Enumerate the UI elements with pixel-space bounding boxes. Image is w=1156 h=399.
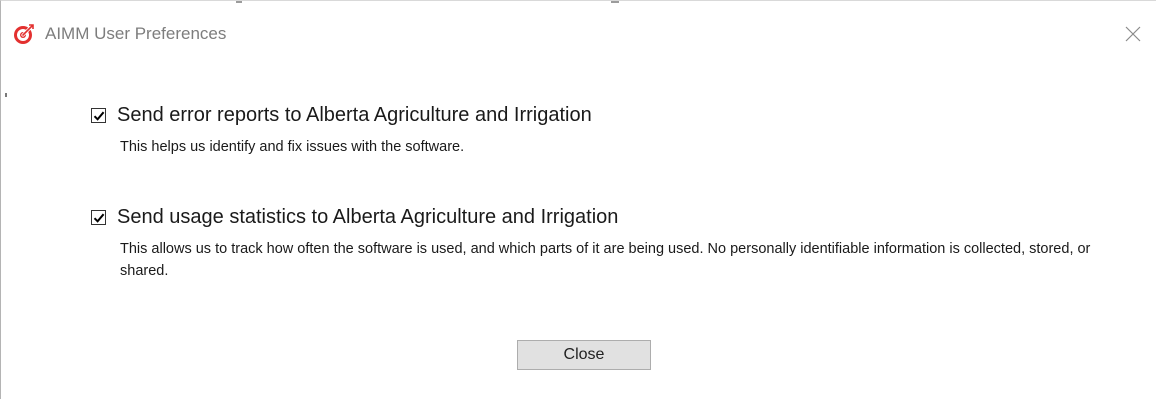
close-button[interactable]: Close: [517, 340, 651, 370]
left-edge-artifact: [5, 93, 7, 97]
usage-statistics-description: This allows us to track how often the so…: [120, 241, 1091, 279]
usage-statistics-row: Send usage statistics to Alberta Agricul…: [91, 205, 1110, 229]
usage-statistics-checkbox[interactable]: [91, 209, 106, 225]
error-reports-label[interactable]: Send error reports to Alberta Agricultur…: [117, 103, 592, 127]
error-reports-option: Send error reports to Alberta Agricultur…: [91, 103, 1110, 158]
target-icon: [13, 23, 35, 45]
error-reports-row: Send error reports to Alberta Agricultur…: [91, 103, 1110, 127]
checkmark-icon: [93, 111, 105, 121]
usage-statistics-label[interactable]: Send usage statistics to Alberta Agricul…: [117, 205, 618, 229]
title-bar[interactable]: AIMM User Preferences: [1, 1, 1156, 65]
usage-statistics-option: Send usage statistics to Alberta Agricul…: [91, 205, 1110, 282]
error-reports-checkbox[interactable]: [91, 107, 106, 123]
checkmark-icon: [93, 213, 105, 223]
preferences-dialog: AIMM User Preferences Send error reports…: [0, 0, 1156, 399]
close-icon[interactable]: [1119, 21, 1147, 47]
window-title: AIMM User Preferences: [45, 24, 227, 43]
error-reports-description: This helps us identify and fix issues wi…: [120, 139, 465, 155]
